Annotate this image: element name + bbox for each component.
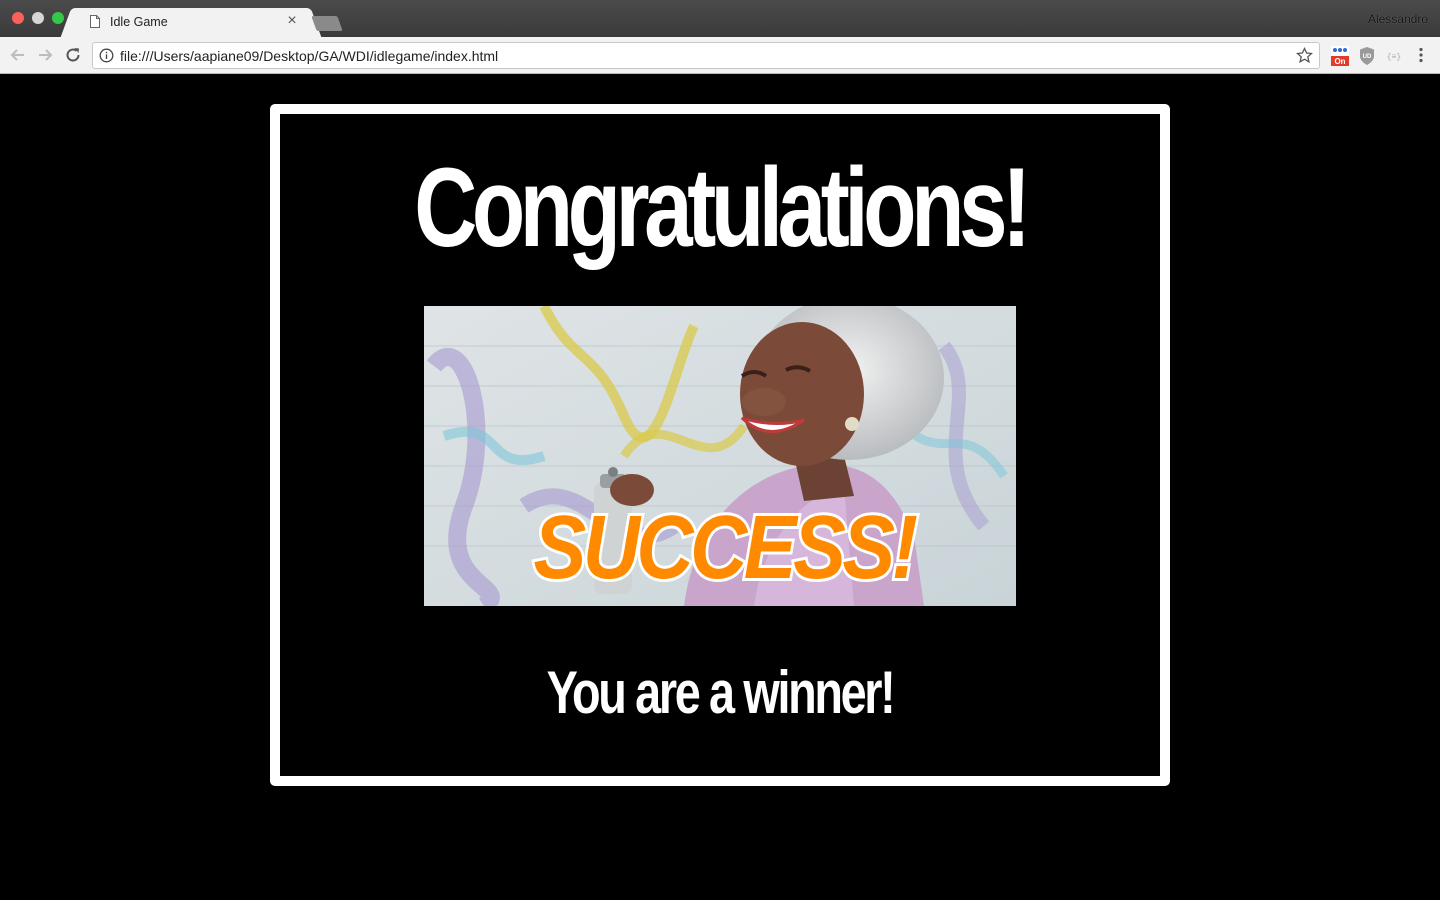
profile-name[interactable]: Alessandro (1368, 12, 1428, 26)
page-subline: You are a winner! (546, 659, 896, 726)
window-close-button[interactable] (12, 12, 24, 24)
tab-close-icon[interactable]: × (284, 13, 300, 29)
win-panel: Congratulations! SUCCESS! You are a winn… (270, 104, 1170, 786)
browser-toolbar: file:///Users/aapiane09/Desktop/GA/WDI/i… (0, 37, 1440, 74)
bookmark-star-icon[interactable] (1296, 47, 1313, 64)
page-viewport: Congratulations! SUCCESS! You are a winn… (0, 74, 1440, 900)
extension-badge: On (1334, 57, 1345, 66)
back-arrow-icon[interactable] (8, 45, 28, 65)
window-maximize-button[interactable] (52, 12, 64, 24)
svg-text:UD: UD (1363, 54, 1372, 60)
browser-tab[interactable]: Idle Game × (72, 8, 310, 37)
address-bar[interactable]: file:///Users/aapiane09/Desktop/GA/WDI/i… (92, 42, 1320, 69)
url-text[interactable]: file:///Users/aapiane09/Desktop/GA/WDI/i… (120, 48, 498, 64)
svg-text:{≡}: {≡} (1387, 53, 1401, 62)
json-viewer-icon[interactable]: {≡} (1384, 45, 1404, 67)
browser-menu-icon[interactable] (1413, 46, 1429, 64)
document-icon (90, 15, 100, 28)
success-image: SUCCESS! (424, 306, 1016, 606)
forward-arrow-icon[interactable] (35, 45, 55, 65)
tampermonkey-icon[interactable]: On (1330, 45, 1350, 67)
page-headline: Congratulations! (414, 145, 1031, 270)
info-icon[interactable] (99, 48, 114, 63)
reload-icon[interactable] (63, 45, 83, 65)
browser-titlebar: Idle Game × Alessandro (0, 0, 1440, 37)
ublock-shield-icon[interactable]: UD (1357, 45, 1377, 67)
new-tab-button[interactable] (311, 16, 343, 31)
tab-title: Idle Game (110, 15, 168, 29)
window-minimize-button[interactable] (32, 12, 44, 24)
success-caption: SUCCESS! (533, 496, 916, 597)
